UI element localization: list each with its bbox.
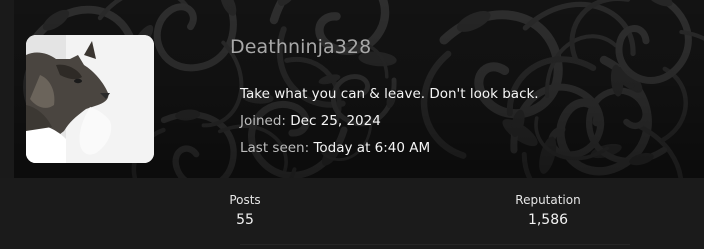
reputation-value: 1,586 [527,212,569,228]
joined-value: Dec 25, 2024 [290,113,381,129]
joined-label: Joined: [240,113,286,129]
profile-stats: Posts 55 Reputation 1,586 [0,178,704,249]
reputation-label: Reputation [515,193,581,207]
posts-label: Posts [229,193,261,207]
stat-posts[interactable]: Posts 55 [205,193,285,228]
profile-info: Take what you can & leave. Don't look ba… [240,84,539,165]
last-seen-label: Last seen: [240,140,310,156]
last-seen-row: Last seen: Today at 6:40 AM [240,138,539,165]
last-seen-value: Today at 6:40 AM [313,140,431,156]
status-message-text: Take what you can & leave. Don't look ba… [240,86,539,102]
status-message: Take what you can & leave. Don't look ba… [240,84,539,111]
avatar[interactable] [26,35,154,163]
stat-reputation[interactable]: Reputation 1,586 [502,193,594,228]
posts-value: 55 [236,212,254,228]
joined-row: Joined: Dec 25, 2024 [240,111,539,138]
cat-photo-avatar-icon [26,35,154,163]
username[interactable]: Deathninja328 [230,36,371,58]
stats-divider [240,244,630,245]
